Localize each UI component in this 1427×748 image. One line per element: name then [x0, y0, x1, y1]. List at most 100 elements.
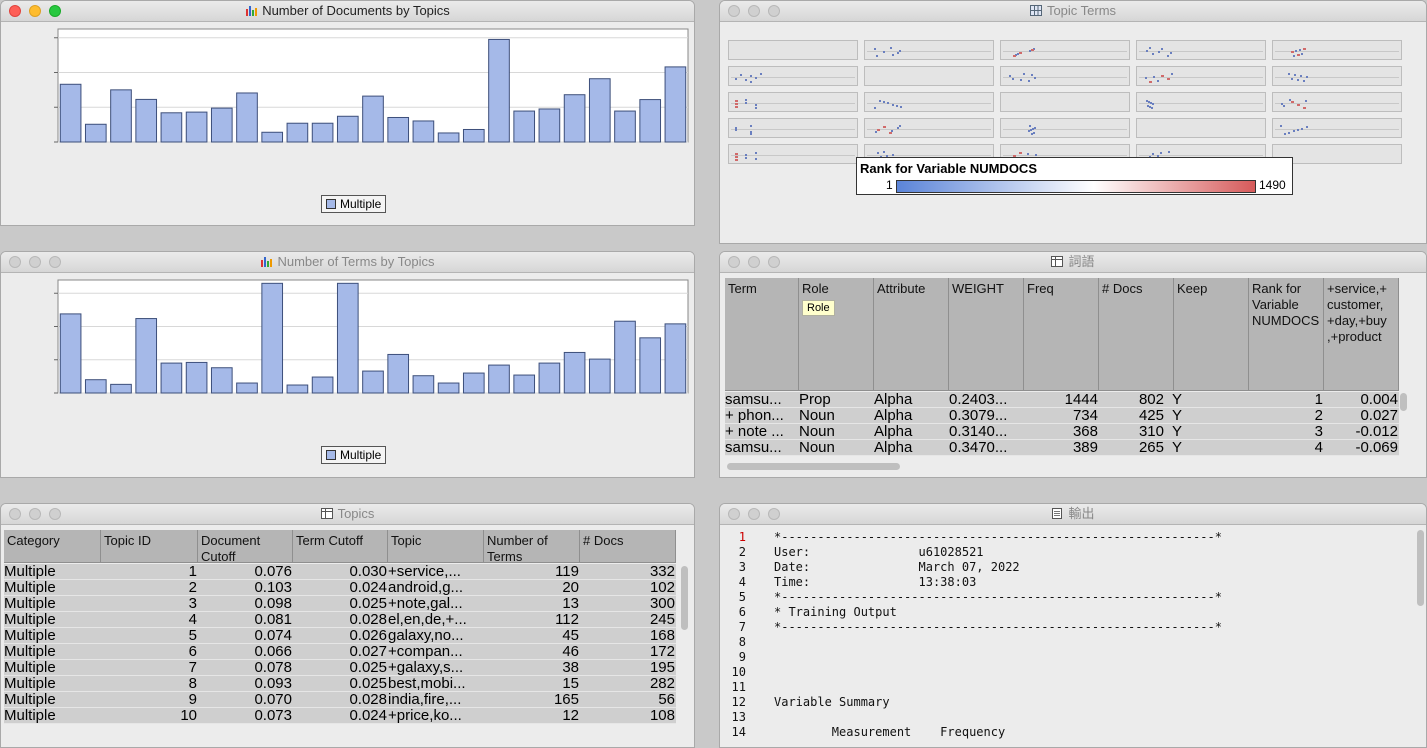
mini-plot-axis [731, 77, 855, 78]
minimize-button[interactable] [748, 256, 760, 268]
mini-plot-point [755, 104, 757, 106]
terms-table-titlebar[interactable]: 詞語 [720, 252, 1426, 273]
minimize-button[interactable] [748, 508, 760, 520]
close-button[interactable] [728, 508, 740, 520]
column-header[interactable]: # Docs [1099, 278, 1174, 391]
close-button[interactable] [9, 5, 21, 17]
topic-term-cell[interactable] [1136, 118, 1266, 138]
topic-term-cell[interactable] [728, 40, 858, 60]
topic-term-cell[interactable] [864, 66, 994, 86]
mini-plot-point [1019, 152, 1022, 154]
minimize-button[interactable] [29, 508, 41, 520]
column-header[interactable]: Keep [1174, 278, 1249, 391]
topic-term-cell[interactable] [1136, 40, 1266, 60]
topic-term-cell[interactable] [728, 92, 858, 112]
mini-plot-point [745, 154, 747, 156]
column-header[interactable]: Attribute [874, 278, 949, 391]
column-header[interactable]: Topic [388, 530, 484, 563]
topic-term-cell[interactable] [1000, 118, 1130, 138]
output-titlebar[interactable]: 輸出 [720, 504, 1426, 525]
topic-term-cell[interactable] [1272, 40, 1402, 60]
topic-term-cell[interactable] [1272, 118, 1402, 138]
mini-plot-point [1157, 80, 1159, 82]
topics-vertical-scrollbar[interactable] [681, 566, 688, 630]
topic-term-cell[interactable] [1136, 66, 1266, 86]
bar [563, 351, 586, 394]
table-cell: 734 [1072, 408, 1098, 424]
mini-plot-point [755, 158, 757, 160]
mini-plot-point [755, 152, 757, 154]
table-cell: Y [1172, 392, 1183, 408]
topic-term-cell[interactable] [728, 144, 858, 164]
column-header[interactable]: Topic ID [101, 530, 198, 563]
column-header[interactable]: Term Cutoff [293, 530, 388, 563]
terms-horizontal-scrollbar[interactable] [727, 463, 900, 470]
table-cell: 310 [1138, 424, 1164, 440]
mini-plot-point [879, 100, 881, 102]
topic-term-cell[interactable] [864, 40, 994, 60]
column-header[interactable]: Number of Terms [484, 530, 580, 564]
rank-legend-min: 1 [886, 178, 893, 192]
output-text-area[interactable]: 1 *--------------------------------------… [720, 525, 1412, 747]
minimize-button[interactable] [748, 5, 760, 17]
table-cell: 245 [649, 612, 675, 628]
column-header[interactable]: Freq [1024, 278, 1099, 391]
table-cell: Noun [799, 408, 835, 424]
mini-plot-point [735, 156, 738, 158]
topic-term-cell[interactable] [864, 118, 994, 138]
topic-term-cell[interactable] [1000, 66, 1130, 86]
close-button[interactable] [728, 256, 740, 268]
topic-term-cell[interactable] [1272, 92, 1402, 112]
close-button[interactable] [9, 508, 21, 520]
output-vertical-scrollbar[interactable] [1417, 530, 1424, 606]
topic-term-cell[interactable] [864, 92, 994, 112]
zoom-button[interactable] [49, 508, 61, 520]
zoom-button[interactable] [768, 256, 780, 268]
topic-terms-titlebar[interactable]: Topic Terms [720, 1, 1426, 22]
topic-term-cell[interactable] [1000, 92, 1130, 112]
column-header[interactable]: Rank for Variable NUMDOCS [1249, 278, 1324, 391]
column-header[interactable]: Document Cutoff [198, 530, 293, 564]
zoom-button[interactable] [768, 508, 780, 520]
column-header[interactable]: # Docs [580, 530, 676, 563]
zoom-button[interactable] [49, 256, 61, 268]
mini-plot-point [900, 106, 902, 108]
terms-chart-titlebar[interactable]: Number of Terms by Topics [1, 252, 694, 273]
topic-term-cell[interactable] [1272, 66, 1402, 86]
zoom-button[interactable] [768, 5, 780, 17]
table-icon [320, 508, 333, 519]
column-header[interactable]: +service,+ customer, +day,+buy ,+product [1324, 278, 1399, 391]
mini-plot-point [735, 159, 738, 161]
close-button[interactable] [728, 5, 740, 17]
topic-term-cell[interactable] [1136, 92, 1266, 112]
minimize-button[interactable] [29, 5, 41, 17]
table-cell: Multiple [4, 660, 56, 676]
column-header[interactable]: Category [4, 530, 101, 563]
window-controls [9, 5, 61, 17]
topics-table[interactable]: Category Topic ID Document Cutoff Term Cuto… [4, 530, 680, 746]
bar-chart-icon [246, 6, 258, 16]
bar [387, 353, 410, 394]
table-cell: 0.081 [254, 612, 292, 628]
line-number: 9 [738, 650, 746, 664]
mini-plot-point [1291, 78, 1293, 80]
topics-titlebar[interactable]: Topics [1, 504, 694, 525]
column-header[interactable]: Term [725, 278, 799, 391]
zoom-button[interactable] [49, 5, 61, 17]
documents-chart-titlebar[interactable]: Number of Documents by Topics [1, 1, 694, 22]
close-button[interactable] [9, 256, 21, 268]
table-cell: +compan... [388, 644, 463, 660]
minimize-button[interactable] [29, 256, 41, 268]
table-cell: 3 [1314, 424, 1323, 440]
output-line: Date: March 07, 2022 [774, 560, 1020, 574]
mini-plot-point [1294, 74, 1296, 76]
mini-plot-axis [867, 103, 991, 104]
column-header[interactable]: WEIGHT [949, 278, 1024, 391]
column-header[interactable]: Role [799, 278, 874, 391]
topic-term-cell[interactable] [728, 66, 858, 86]
table-cell: 0.027 [1360, 408, 1398, 424]
topic-term-cell[interactable] [728, 118, 858, 138]
topic-term-cell[interactable] [1000, 40, 1130, 60]
terms-vertical-scrollbar[interactable] [1400, 393, 1407, 411]
table-cell: 0.3470... [949, 440, 1008, 456]
